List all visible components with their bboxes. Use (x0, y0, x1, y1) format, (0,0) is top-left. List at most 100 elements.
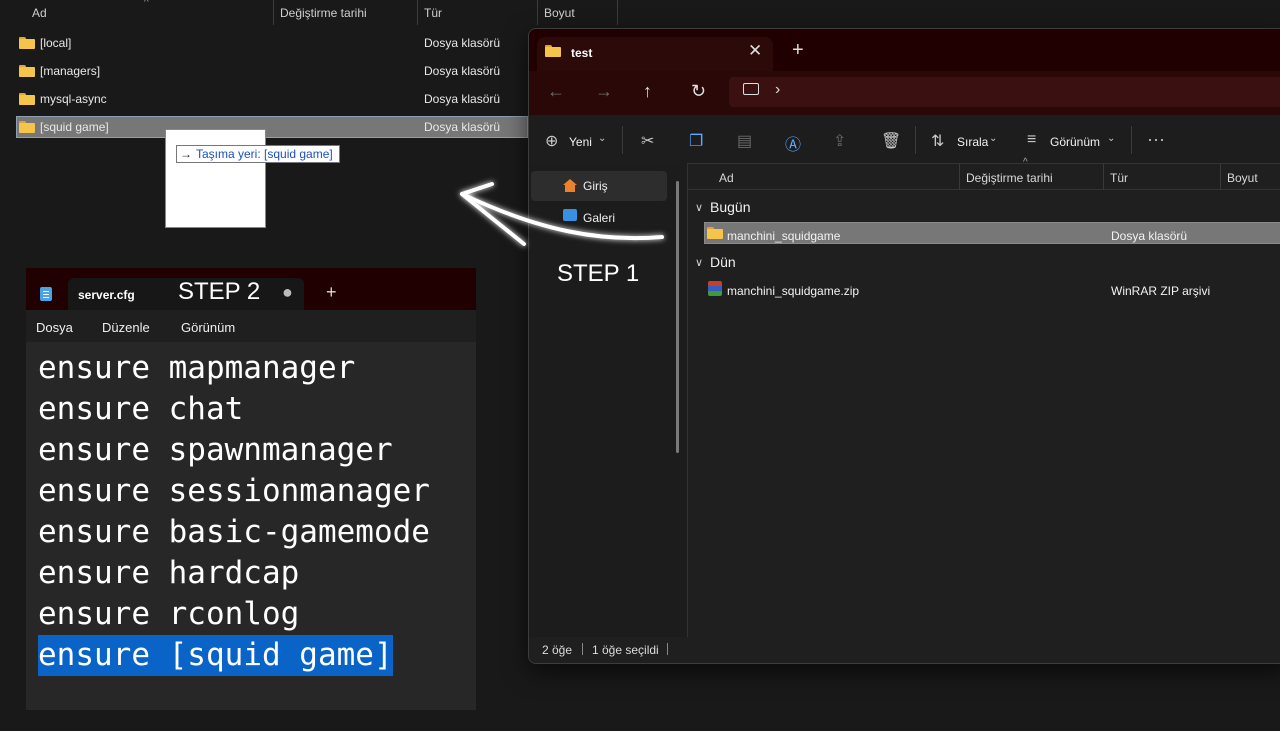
col-size[interactable]: Boyut (1227, 171, 1258, 185)
sort-icon: ⇅ (931, 133, 945, 150)
drag-tooltip-text: Taşıma yeri: [squid game] (196, 147, 333, 161)
bg-folder-type: Dosya klasörü (424, 36, 501, 50)
cut-icon[interactable]: ✂ (641, 131, 654, 151)
col-name[interactable]: Ad (719, 171, 734, 185)
monitor-icon (743, 83, 759, 95)
code-line-selected: ensure [squid game] (38, 635, 393, 676)
delete-icon[interactable]: 🗑 (881, 131, 901, 151)
code-line: ensure chat (38, 391, 244, 427)
code-line: ensure hardcap (38, 555, 300, 591)
address-bar[interactable] (729, 77, 1280, 107)
chevron-down-icon: ⌄ (598, 133, 607, 144)
bg-folder-type: Dosya klasörü (424, 92, 501, 106)
bg-col-type[interactable]: Tür (418, 0, 538, 25)
bg-folder-name: [local] (40, 36, 72, 50)
nav-scrollbar[interactable] (676, 181, 679, 453)
notepad-window: server.cfg STEP 2 ● + Dosya Düzenle Görü… (26, 268, 476, 710)
new-button[interactable]: Yeni (569, 135, 592, 149)
forward-arrow-icon[interactable]: → (595, 81, 613, 102)
unsaved-dot-icon[interactable]: ● (282, 282, 293, 303)
bg-folder-row[interactable]: [managers] Dosya klasörü (16, 60, 528, 82)
file-type: Dosya klasörü (1111, 229, 1188, 243)
drag-ghost (165, 129, 266, 228)
view-icon: ≡ (1027, 131, 1037, 148)
bg-folder-row-selected[interactable]: [squid game] Dosya klasörü (16, 116, 528, 138)
folder-icon (545, 45, 561, 57)
bg-col-name[interactable]: Ad (26, 0, 274, 25)
sort-up-icon: ^ (1023, 157, 1028, 168)
step1-label: STEP 1 (557, 260, 640, 287)
file-type: WinRAR ZIP arşivi (1111, 284, 1211, 298)
menu-file[interactable]: Dosya (36, 320, 73, 335)
folder-icon (19, 65, 35, 77)
new-tab-button[interactable]: + (326, 282, 337, 303)
col-type[interactable]: Tür (1110, 171, 1128, 185)
chevron-right-icon[interactable]: › (775, 81, 780, 99)
refresh-icon[interactable]: ↻ (691, 81, 706, 102)
notepad-menubar (26, 310, 476, 342)
plus-circle-icon: ⊕ (545, 133, 559, 150)
share-icon[interactable]: ⇪ (833, 131, 846, 151)
divider (582, 643, 583, 655)
code-line: ensure spawnmanager (38, 432, 393, 468)
bg-folder-row[interactable]: [local] Dosya klasörü (16, 32, 528, 54)
group-yesterday[interactable]: Dün (710, 254, 736, 270)
copy-icon[interactable]: ❐ (689, 131, 703, 151)
group-today[interactable]: Bugün (710, 199, 750, 215)
menu-view[interactable]: Görünüm (181, 320, 235, 335)
drag-tooltip: → Taşıma yeri: [squid game] (176, 145, 340, 163)
close-tab-icon[interactable]: ✕ (748, 41, 762, 61)
file-name[interactable]: manchini_squidgame.zip (727, 284, 859, 298)
explorer-tab-title: test (571, 46, 593, 60)
bg-folder-name: [squid game] (40, 120, 109, 134)
up-arrow-icon[interactable]: ↑ (643, 81, 652, 102)
more-options-icon[interactable]: ··· (1147, 129, 1165, 150)
divider (1220, 163, 1221, 189)
bg-col-size[interactable]: Boyut (538, 0, 618, 25)
file-name: manchini_squidgame (727, 229, 841, 243)
selection-count: 1 öğe seçildi (592, 643, 659, 657)
bg-folder-type: Dosya klasörü (424, 120, 501, 134)
divider (667, 643, 668, 655)
winrar-zip-icon (708, 281, 722, 296)
divider (1103, 163, 1104, 189)
divider (915, 126, 916, 154)
bg-folder-name: mysql-async (40, 92, 107, 106)
code-line: ensure mapmanager (38, 350, 356, 386)
sort-up-icon: ^ (144, 0, 149, 8)
bg-folder-row[interactable]: mysql-async Dosya klasörü (16, 88, 528, 110)
paste-icon[interactable]: ▤ (737, 131, 752, 151)
chevron-down-icon: ⌄ (989, 133, 998, 144)
code-line: ensure basic-gamemode (38, 514, 430, 550)
chevron-down-icon: ⌄ (1107, 133, 1116, 144)
chevron-down-icon[interactable]: ∨ (695, 256, 703, 269)
arrow-right-icon: → (180, 147, 192, 161)
folder-icon (19, 37, 35, 49)
rename-icon[interactable]: Ⓐ (785, 131, 801, 155)
notepad-tab-title: server.cfg (78, 288, 135, 302)
text-editor[interactable]: ensure mapmanager ensure chat ensure spa… (38, 348, 430, 676)
view-button[interactable]: Görünüm (1050, 135, 1100, 149)
notepad-icon (40, 287, 52, 301)
explorer-window: test ✕ + ← → ↑ ↻ › ⊕ Yeni ⌄ ✂ ❐ ▤ Ⓐ ⇪ 🗑 … (528, 28, 1280, 664)
bg-folder-type: Dosya klasörü (424, 64, 501, 78)
divider (622, 126, 623, 154)
new-tab-button[interactable]: + (792, 39, 804, 62)
bg-column-header: Ad ^ Değiştirme tarihi Tür Boyut (0, 0, 620, 25)
divider (1131, 126, 1132, 154)
folder-icon (19, 121, 35, 133)
back-arrow-icon[interactable]: ← (547, 81, 565, 102)
bg-folder-name: [managers] (40, 64, 101, 78)
col-date[interactable]: Değiştirme tarihi (966, 171, 1053, 185)
annotation-arrow (460, 182, 664, 246)
divider (959, 163, 960, 189)
bg-col-date[interactable]: Değiştirme tarihi (274, 0, 418, 25)
item-count: 2 öğe (542, 643, 573, 657)
folder-icon (19, 93, 35, 105)
menu-edit[interactable]: Düzenle (102, 320, 150, 335)
code-line: ensure rconlog (38, 596, 300, 632)
step2-label: STEP 2 (178, 278, 261, 305)
code-line: ensure sessionmanager (38, 473, 430, 509)
sort-button[interactable]: Sırala (957, 135, 988, 149)
chevron-down-icon[interactable]: ∨ (695, 201, 703, 214)
